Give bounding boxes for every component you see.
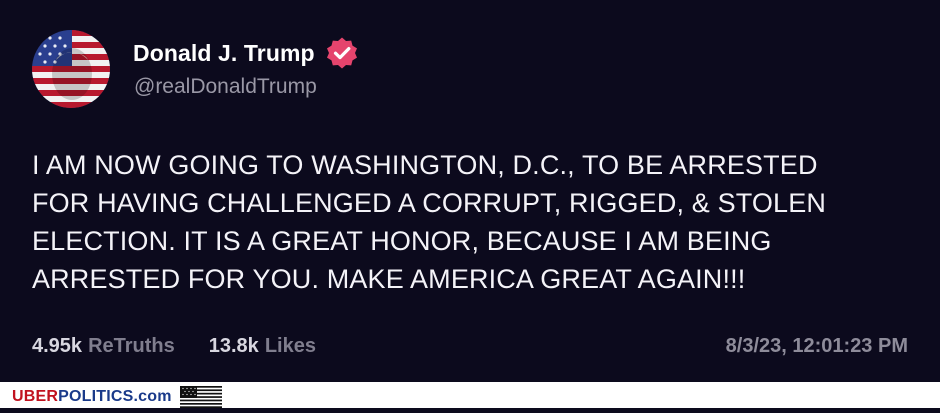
user-handle[interactable]: @realDonaldTrump <box>134 75 317 99</box>
us-flag-icon <box>179 386 222 408</box>
avatar[interactable] <box>32 30 110 108</box>
watermark-footer: UBER POLITICS .com <box>0 382 940 408</box>
post-body-line: ARRESTED FOR YOU. MAKE AMERICA GREAT AGA… <box>32 264 746 294</box>
watermark-uber: UBER <box>12 388 59 405</box>
post-body: I AM NOW GOING TO WASHINGTON, D.C., TO B… <box>32 146 912 298</box>
retruths-count: 4.95k <box>32 335 83 357</box>
verified-badge-icon <box>325 36 359 70</box>
likes-count: 13.8k <box>208 335 259 357</box>
post-body-line: ELECTION. IT IS A GREAT HONOR, BECAUSE I… <box>32 226 772 256</box>
watermark-com: .com <box>133 388 172 405</box>
post-timestamp[interactable]: 8/3/23, 12:01:23 PM <box>726 335 908 358</box>
watermark-politics: POLITICS <box>58 388 134 405</box>
retruths-label: ReTruths <box>88 335 175 357</box>
likes-stat[interactable]: 13.8k Likes <box>209 335 316 358</box>
likes-label: Likes <box>264 335 316 357</box>
retruths-stat[interactable]: 4.95k ReTruths <box>32 335 175 358</box>
site-watermark: UBER POLITICS .com <box>12 386 222 408</box>
post-body-line: FOR HAVING CHALLENGED A CORRUPT, RIGGED,… <box>32 188 827 218</box>
author-header: Donald J. Trump <box>133 36 359 70</box>
post-body-line: I AM NOW GOING TO WASHINGTON, D.C., TO B… <box>32 150 818 180</box>
engagement-stats: 4.95k ReTruths 13.8k Likes <box>32 335 350 358</box>
post-card: Donald J. Trump @realDonaldTrump I AM NO… <box>0 0 940 382</box>
display-name[interactable]: Donald J. Trump <box>133 40 315 67</box>
flag-painted-face-avatar-icon <box>32 30 110 108</box>
